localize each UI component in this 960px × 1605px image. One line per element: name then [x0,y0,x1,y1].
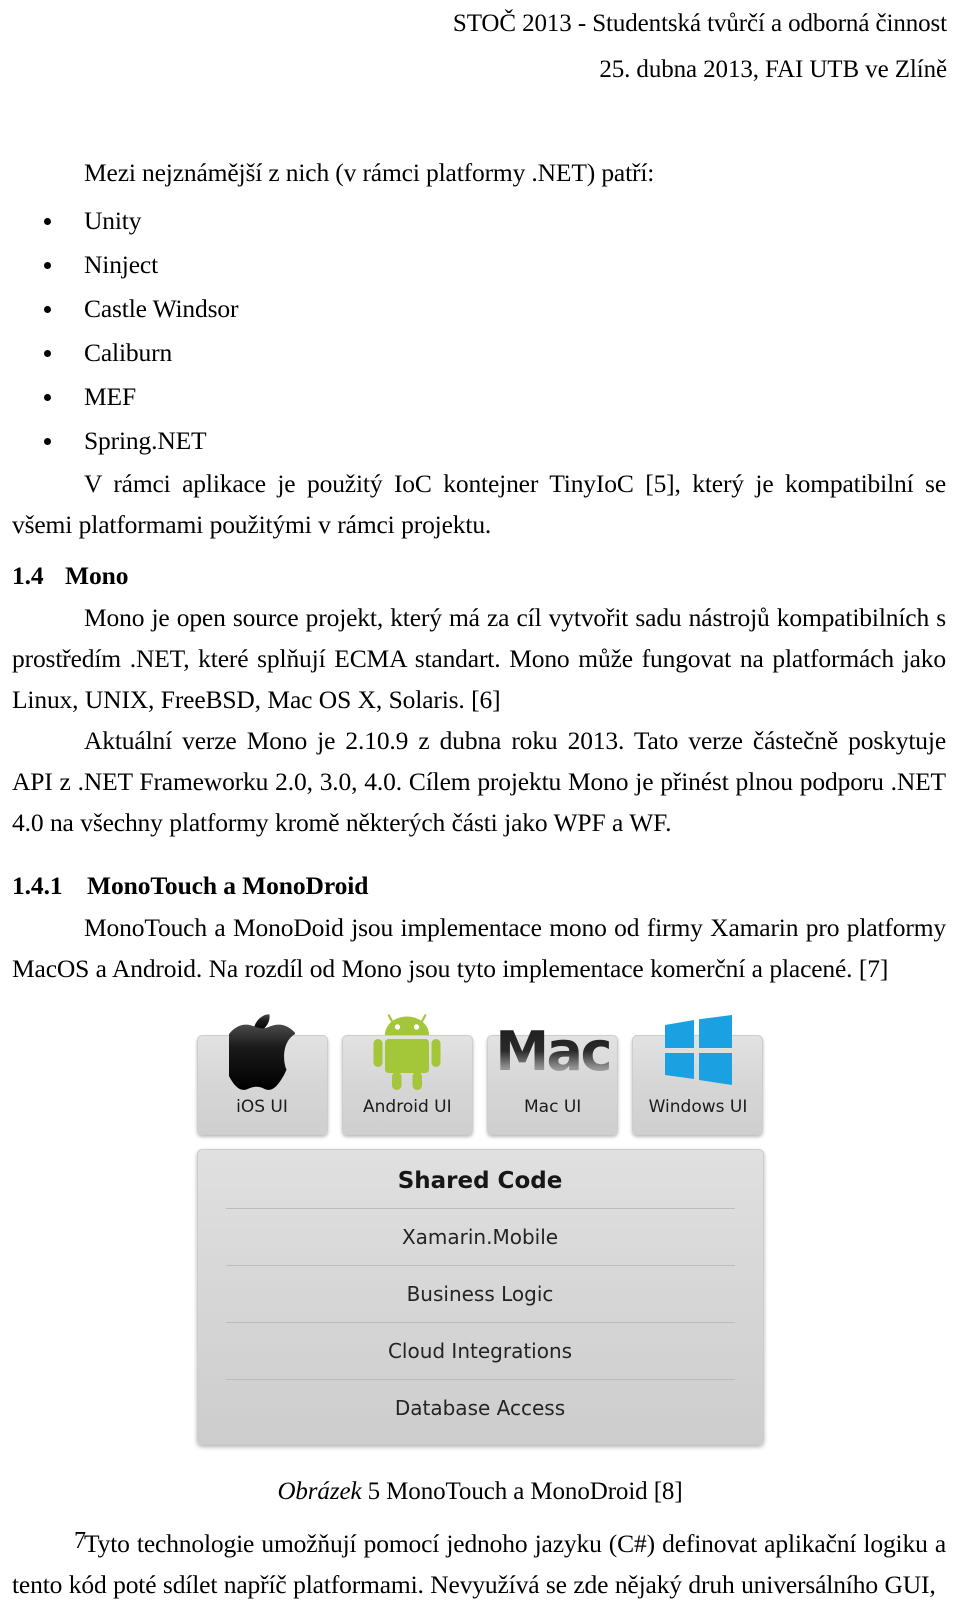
shared-code-row: Database Access [225,1379,735,1436]
framework-bullet-list: Unity Ninject Castle Windsor Caliburn ME… [0,199,960,463]
figure-caption-label: Obrázek [277,1478,362,1505]
bullet-dot-icon [44,306,51,313]
android-robot-icon [343,1008,472,1096]
paragraph-monotouch: MonoTouch a MonoDoid jsou implementace m… [12,913,946,983]
list-item: Ninject [0,243,960,287]
bullet-dot-icon [44,394,51,401]
figure-caption-text: 5 MonoTouch a MonoDroid [8] [367,1478,683,1505]
document-body: Mezi nejznámější z nich (v rámci platfor… [0,152,960,1605]
os-tile-row: iOS UI Android UI Mac Mac UI Windows UI [196,1014,764,1135]
bullet-dot-icon [44,438,51,445]
header-date-location: 25. dubna 2013, FAI UTB ve Zlíně [599,56,947,83]
bullet-dot-icon [44,218,51,225]
shared-code-row: Xamarin.Mobile [225,1208,735,1265]
list-item: Castle Windsor [0,287,960,331]
list-item-label: Castle Windsor [84,294,239,323]
os-tile-android: Android UI [341,1014,473,1135]
windows-logo-icon [633,1008,762,1096]
list-item: Caliburn [0,331,960,375]
os-tile-label: Mac UI [524,1097,582,1117]
paragraph-mono-version: Aktuální verze Mono je 2.10.9 z dubna ro… [12,726,946,837]
os-tile-windows: Windows UI [632,1015,764,1135]
os-tile-label: Windows UI [648,1097,748,1117]
paragraph-tinyioc: V rámci aplikace je použitý IoC kontejne… [12,469,946,539]
subheading-title: MonoTouch a MonoDroid [87,871,369,900]
xamarin-architecture-diagram: iOS UI Android UI Mac Mac UI Windows UI … [196,1011,764,1445]
paragraph-mono-description: Mono je open source projekt, který má za… [12,603,946,714]
mac-wordmark-icon: Mac [488,1008,617,1096]
list-item-label: MEF [84,382,136,411]
apple-logo-icon [198,1008,327,1096]
list-item: MEF [0,375,960,419]
os-tile-ios: iOS UI [196,1014,328,1135]
shared-code-panel: Shared Code Xamarin.Mobile Business Logi… [196,1149,764,1445]
figure-caption: Obrázek 5 MonoTouch a MonoDroid [8] [0,1475,960,1509]
list-item-label: Unity [84,206,142,235]
os-tile-label: Android UI [363,1097,452,1117]
heading-mono: 1.4 Mono [0,555,960,597]
heading-number: 1.4 [12,561,44,590]
list-item-label: Ninject [84,250,159,279]
mac-wordmark-text: Mac [495,1020,612,1083]
shared-code-row: Business Logic [225,1265,735,1322]
os-tile-mac: Mac Mac UI [487,1025,619,1135]
shared-code-title: Shared Code [397,1168,563,1194]
document-page: STOČ 2013 - Studentská tvůrčí a odborná … [0,0,960,1599]
list-item-label: Spring.NET [84,426,207,455]
subheading-number: 1.4.1 [12,871,63,900]
page-number: 7 [74,1528,86,1554]
os-tile-label: iOS UI [236,1097,288,1117]
shared-code-row: Cloud Integrations [225,1322,735,1379]
intro-sentence: Mezi nejznámější z nich (v rámci platfor… [84,158,655,187]
document-header: STOČ 2013 - Studentská tvůrčí a odborná … [0,0,960,88]
bullet-dot-icon [44,350,51,357]
bullet-dot-icon [44,262,51,269]
list-item: Unity [0,199,960,243]
list-item: Spring.NET [0,419,960,463]
heading-monotouch-monodroid: 1.4.1 MonoTouch a MonoDroid [0,865,960,907]
list-item-label: Caliburn [84,338,173,367]
heading-title: Mono [65,561,129,590]
paragraph-final: Tyto technologie umožňují pomocí jednoho… [12,1529,946,1599]
figure-monotouch-monodroid: iOS UI Android UI Mac Mac UI Windows UI … [0,1011,960,1445]
header-conference-title: STOČ 2013 - Studentská tvůrčí a odborná … [452,10,947,37]
